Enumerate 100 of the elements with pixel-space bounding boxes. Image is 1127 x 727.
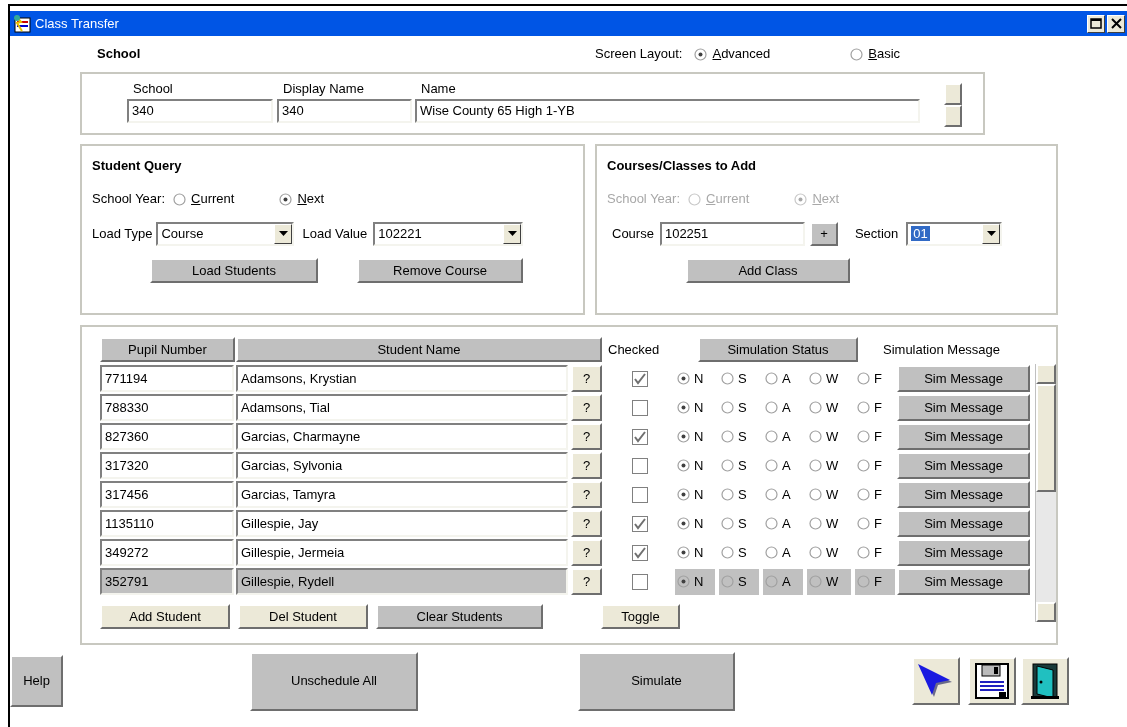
input-field[interactable]: 102251 (659, 222, 805, 246)
save-button[interactable] (968, 657, 1016, 705)
radio-button[interactable] (677, 517, 690, 530)
radio-button[interactable] (857, 488, 870, 501)
radio-button[interactable] (809, 401, 822, 414)
radio-button[interactable] (677, 430, 690, 443)
radio-button[interactable] (809, 575, 822, 588)
button[interactable]: Remove Course (357, 258, 523, 283)
help-button[interactable]: ? (571, 481, 602, 508)
pupil-number-cell[interactable]: 317320 (100, 452, 234, 479)
student-name-cell[interactable]: Garcias, Charmayne (236, 423, 568, 450)
pupil-number-cell[interactable]: 1135110 (100, 510, 234, 537)
radio-button[interactable] (721, 517, 734, 530)
checkbox[interactable] (632, 544, 648, 561)
exit-button[interactable] (1021, 657, 1069, 705)
radio-button[interactable] (677, 575, 690, 588)
help-button[interactable]: ? (571, 539, 602, 566)
pupil-number-cell[interactable]: 771194 (100, 365, 234, 392)
checkbox[interactable] (632, 486, 648, 503)
radio-button[interactable] (765, 517, 778, 530)
student-name-cell[interactable]: Garcias, Tamyra (236, 481, 568, 508)
radio-button[interactable] (677, 488, 690, 501)
sim-message-button[interactable]: Sim Message (897, 481, 1030, 508)
dropdown[interactable]: 01 (906, 222, 1003, 246)
radio-button[interactable] (857, 575, 870, 588)
checkbox[interactable] (632, 399, 648, 416)
dropdown[interactable]: Course (156, 222, 295, 246)
student-name-cell[interactable]: Adamsons, Tial (236, 394, 568, 421)
pupil-number-cell[interactable]: 788330 (100, 394, 234, 421)
radio-button[interactable] (721, 430, 734, 443)
maximize-button[interactable] (1087, 14, 1105, 33)
toggle-button[interactable]: Toggle (601, 604, 680, 629)
column-header[interactable]: Student Name (236, 337, 602, 362)
student-name-cell[interactable]: Adamsons, Krystian (236, 365, 568, 392)
radio-button[interactable] (857, 430, 870, 443)
dropdown-arrow-icon[interactable] (279, 231, 288, 237)
sim-message-button[interactable]: Sim Message (897, 539, 1030, 566)
help-button[interactable]: ? (571, 510, 602, 537)
radio-button[interactable] (857, 459, 870, 472)
student-name-cell[interactable]: Garcias, Sylvonia (236, 452, 568, 479)
checkbox[interactable] (632, 515, 648, 532)
radio-button[interactable] (677, 459, 690, 472)
dropdown-arrow-icon[interactable] (507, 231, 517, 237)
sim-message-button[interactable]: Sim Message (897, 568, 1030, 595)
button[interactable]: Clear Students (376, 604, 543, 629)
radio-button[interactable] (721, 459, 734, 472)
button[interactable]: Add Class (686, 258, 850, 283)
radio-button[interactable] (857, 372, 870, 385)
radio-button[interactable] (809, 430, 822, 443)
checkbox[interactable] (632, 573, 648, 590)
spinner-button[interactable] (944, 83, 962, 105)
help-button[interactable]: ? (571, 568, 602, 595)
radio-button[interactable] (809, 546, 822, 559)
help-button[interactable]: ? (571, 423, 602, 450)
column-header[interactable]: Pupil Number (100, 337, 235, 362)
radio-button[interactable] (850, 47, 864, 61)
pupil-number-cell[interactable]: 352791 (100, 568, 234, 595)
radio-button[interactable] (721, 401, 734, 414)
button[interactable]: Load Students (150, 258, 318, 283)
sim-message-button[interactable]: Sim Message (897, 394, 1030, 421)
sim-message-button[interactable]: Sim Message (897, 365, 1030, 392)
radio-button[interactable] (721, 575, 734, 588)
radio-button[interactable] (765, 459, 778, 472)
radio-button[interactable] (765, 401, 778, 414)
pupil-number-cell[interactable]: 317456 (100, 481, 234, 508)
radio-button[interactable] (694, 47, 708, 61)
input-field[interactable]: 340 (277, 99, 412, 123)
radio-button[interactable] (765, 372, 778, 385)
radio-button[interactable] (721, 488, 734, 501)
dropdown[interactable]: 102221 (373, 222, 524, 246)
pupil-number-cell[interactable]: 349272 (100, 539, 234, 566)
pointer-button[interactable] (912, 657, 960, 705)
button[interactable]: Simulate (578, 651, 735, 711)
radio-button[interactable] (765, 575, 778, 588)
vertical-scrollbar[interactable] (1035, 364, 1056, 622)
help-button[interactable]: ? (571, 452, 602, 479)
checkbox[interactable] (632, 457, 648, 474)
radio-button[interactable] (677, 546, 690, 559)
radio-button[interactable] (173, 192, 186, 206)
spinner-button[interactable] (944, 105, 962, 127)
radio-button[interactable] (677, 372, 690, 385)
radio-button[interactable] (765, 546, 778, 559)
help-button[interactable]: ? (571, 394, 602, 421)
sim-message-button[interactable]: Sim Message (897, 452, 1030, 479)
radio-button[interactable] (809, 372, 822, 385)
radio-button[interactable] (765, 430, 778, 443)
close-button[interactable] (1107, 14, 1125, 33)
button[interactable]: Del Student (238, 604, 368, 629)
radio-button[interactable] (721, 372, 734, 385)
student-name-cell[interactable]: Gillespie, Jay (236, 510, 568, 537)
input-field[interactable]: 340 (127, 99, 273, 123)
radio-button[interactable] (765, 488, 778, 501)
radio-button[interactable] (809, 517, 822, 530)
button[interactable]: Add Student (100, 604, 230, 629)
sim-message-button[interactable]: Sim Message (897, 423, 1030, 450)
radio-button[interactable] (721, 546, 734, 559)
sim-message-button[interactable]: Sim Message (897, 510, 1030, 537)
help-button[interactable]: ? (571, 365, 602, 392)
radio-button[interactable] (857, 401, 870, 414)
radio-button[interactable] (677, 401, 690, 414)
